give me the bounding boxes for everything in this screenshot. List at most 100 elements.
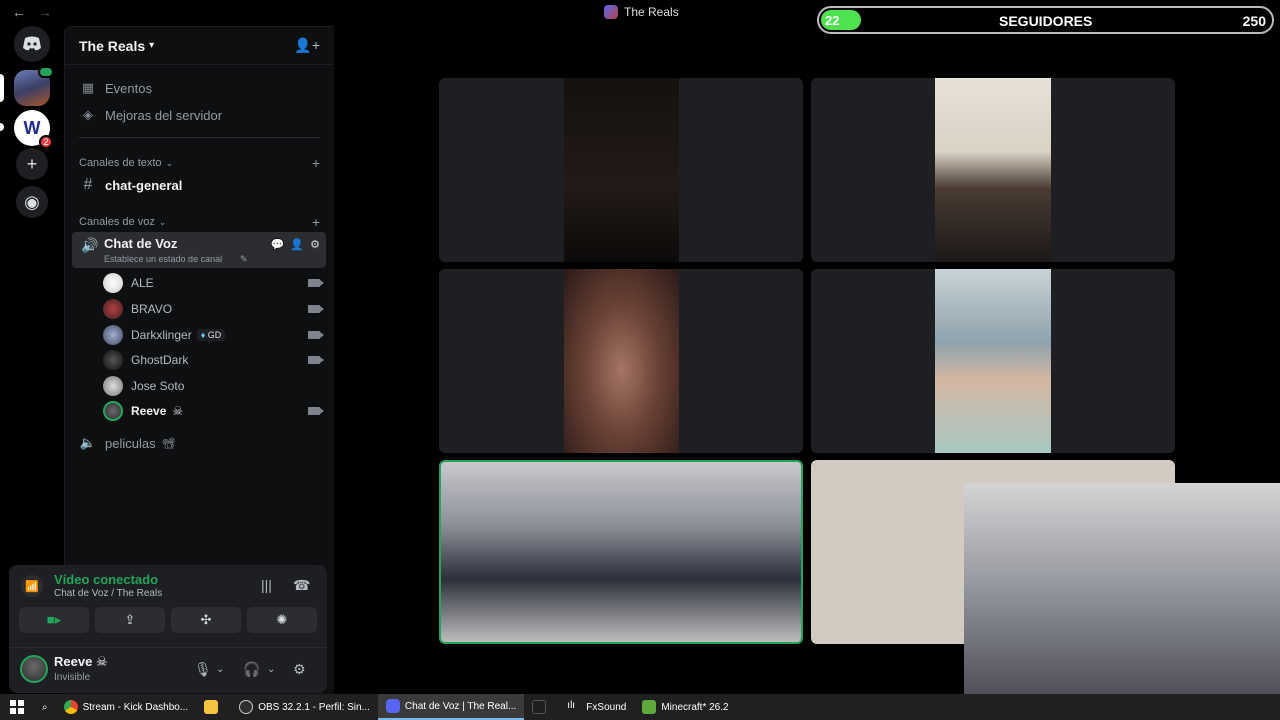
- category-label: Canales de texto: [79, 157, 162, 169]
- headphones-icon[interactable]: 🎧: [243, 661, 260, 678]
- chevron-down-icon: ⌄: [158, 216, 167, 227]
- category-text-channels[interactable]: Canales de texto ⌄ +: [79, 155, 320, 171]
- facecam-overlay: [964, 483, 1280, 720]
- discord-icon: [385, 699, 400, 713]
- member-ghostdark[interactable]: GhostDark: [103, 349, 324, 371]
- camera-button[interactable]: ■▸: [19, 607, 89, 633]
- member-name: GhostDark: [131, 353, 189, 367]
- video-tile-2[interactable]: [811, 78, 1175, 262]
- skull-emoji: ☠: [95, 654, 108, 669]
- member-name: Reeve: [131, 404, 167, 418]
- avatar: [103, 325, 123, 345]
- voice-channel-chat-de-voz[interactable]: 🔊 Chat de Voz Establece un estado de can…: [72, 232, 326, 268]
- voice-channel-peliculas[interactable]: 🔈 peliculas 📽: [73, 431, 326, 455]
- taskbar-explorer[interactable]: [196, 694, 231, 720]
- guild-tag-badge: ♦ GD: [196, 329, 226, 341]
- add-server-icon[interactable]: +: [16, 148, 48, 180]
- boost-icon: ◈: [83, 107, 93, 122]
- sidebar-item-mejoras[interactable]: ◈ Mejoras del servidor: [73, 103, 326, 127]
- member-bravo[interactable]: BRAVO: [103, 298, 324, 320]
- noise-suppression-icon[interactable]: |||: [261, 577, 272, 593]
- voice-connected-subtitle[interactable]: Chat de Voz / The Reals: [54, 588, 162, 599]
- avatar: [103, 273, 123, 293]
- signal-icon[interactable]: 📶: [21, 575, 43, 597]
- microphone-icon[interactable]: 🎙: [194, 661, 212, 678]
- taskbar-obs[interactable]: OBS 32.2.1 - Perfil: Sin...: [231, 694, 378, 720]
- invite-icon[interactable]: 👤: [290, 238, 304, 251]
- taskbar-minecraft[interactable]: Minecraft* 26.2: [634, 694, 736, 720]
- forward-arrow-icon[interactable]: →: [38, 4, 52, 20]
- skull-emoji: ☠: [172, 404, 184, 418]
- server-header[interactable]: The Reals ▾ 👤+: [65, 27, 334, 65]
- member-ale[interactable]: ALE: [103, 272, 324, 294]
- voice-connected-panel: 📶 Vídeo conectado Chat de Voz / The Real…: [9, 565, 327, 693]
- speaker-icon: 🔊: [81, 237, 99, 253]
- taskbar-terminal[interactable]: [524, 694, 559, 720]
- followers-label: SEGUIDORES: [999, 13, 1093, 29]
- video-tile-3[interactable]: [439, 269, 803, 453]
- taskbar-label: FxSound: [586, 701, 627, 713]
- channel-chat-general[interactable]: # chat-general: [73, 173, 326, 197]
- sidebar-item-eventos[interactable]: ▦ Eventos: [73, 76, 326, 100]
- taskbar-discord[interactable]: Chat de Voz | The Real...: [377, 694, 525, 720]
- voice-channel-name: Chat de Voz: [104, 236, 178, 251]
- video-tile-self[interactable]: [439, 460, 803, 644]
- notification-badge: 2: [39, 135, 53, 149]
- unread-pill: [0, 123, 4, 131]
- member-jose-soto[interactable]: Jose Soto: [103, 375, 320, 397]
- chevron-down-icon: ▾: [149, 40, 155, 51]
- server-w[interactable]: W 2: [14, 110, 53, 149]
- sidebar-item-label: Eventos: [105, 80, 152, 96]
- voice-channel-actions: 💬 👤 ⚙: [271, 238, 320, 251]
- terminal-icon: [532, 700, 547, 714]
- chevron-down-icon[interactable]: ⌄: [267, 664, 275, 675]
- taskbar-fxsound[interactable]: ılı FxSound: [559, 694, 634, 720]
- divider: [79, 137, 320, 138]
- server-name: The Reals: [79, 37, 146, 54]
- avatar: [103, 401, 123, 421]
- add-channel-icon[interactable]: +: [312, 155, 320, 171]
- member-name: Darkxlinger: [131, 328, 192, 342]
- pencil-icon: ✎: [240, 254, 248, 264]
- gear-icon[interactable]: ⚙: [310, 238, 320, 251]
- explore-servers-icon[interactable]: ◉: [16, 186, 48, 218]
- taskbar-chrome[interactable]: Stream - Kick Dashbo...: [56, 694, 197, 720]
- chrome-icon: [63, 700, 78, 714]
- discord-home-icon[interactable]: [14, 26, 50, 62]
- soundboard-button[interactable]: ✺: [247, 607, 317, 633]
- activities-button[interactable]: ✣: [171, 607, 241, 633]
- server-thumbnail-icon: [604, 5, 618, 19]
- obs-icon: [239, 700, 254, 714]
- disconnect-icon[interactable]: ☎: [293, 577, 310, 594]
- taskbar-label: OBS 32.2.1 - Perfil: Sin...: [258, 701, 370, 713]
- camera-icon: [308, 407, 324, 415]
- avatar[interactable]: [20, 655, 48, 683]
- window-title: The Reals: [604, 5, 679, 19]
- search-icon[interactable]: ⌕: [34, 694, 56, 720]
- voice-channel-status[interactable]: Establece un estado de canal: [104, 254, 222, 264]
- video-tile-1[interactable]: [439, 78, 803, 262]
- member-reeve[interactable]: Reeve ☠: [103, 400, 324, 422]
- category-voice-channels[interactable]: Canales de voz ⌄ +: [79, 214, 320, 230]
- channel-label: peliculas: [105, 435, 156, 451]
- nav-arrows: ← →: [12, 4, 52, 20]
- member-darkxlinger[interactable]: Darkxlinger ♦ GD: [103, 324, 324, 346]
- invite-people-icon[interactable]: 👤+: [294, 37, 320, 54]
- user-name-text: Reeve: [54, 654, 93, 669]
- windows-start-icon[interactable]: [0, 694, 34, 720]
- channel-sidebar: The Reals ▾ 👤+ ▦ Eventos ◈ Mejoras del s…: [9, 26, 334, 694]
- minecraft-icon: [642, 700, 657, 714]
- video-tile-4[interactable]: [811, 269, 1175, 453]
- screen-share-button[interactable]: ⇪: [95, 607, 165, 633]
- gear-icon[interactable]: ⚙: [293, 661, 306, 678]
- add-channel-icon[interactable]: +: [312, 214, 320, 230]
- member-name: Jose Soto: [131, 379, 185, 393]
- server-the-reals[interactable]: [14, 66, 54, 106]
- chevron-down-icon[interactable]: ⌄: [216, 664, 224, 675]
- chat-bubble-icon[interactable]: 💬: [271, 238, 285, 251]
- back-arrow-icon[interactable]: ←: [12, 4, 26, 20]
- category-label: Canales de voz: [79, 216, 155, 228]
- fxsound-icon: ılı: [567, 700, 582, 714]
- user-panel: Reeve ☠ Invisible 🎙 ⌄ 🎧 ⌄ ⚙: [9, 647, 327, 693]
- channel-label: chat-general: [105, 177, 183, 193]
